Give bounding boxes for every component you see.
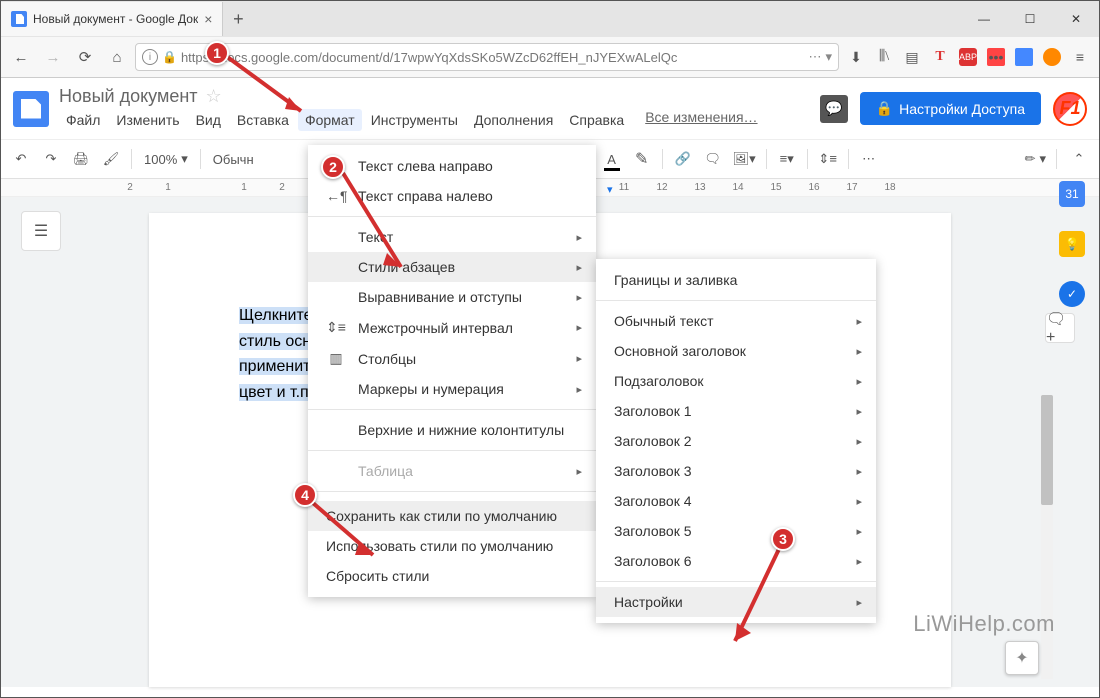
menuitem-heading-4[interactable]: Заголовок 4▸ (596, 486, 876, 516)
zoom-select[interactable]: 100%▾ (140, 151, 192, 167)
share-label: Настройки Доступа (899, 101, 1025, 117)
menuitem-heading-2[interactable]: Заголовок 2▸ (596, 426, 876, 456)
watermark: LiWiHelp.com (913, 611, 1055, 637)
comments-icon[interactable]: 💬 (820, 95, 848, 123)
address-bar: ← → ⟳ ⌂ i 🔒 https://docs.google.com/docu… (1, 37, 1099, 77)
link-button[interactable]: 🔗 (671, 145, 695, 173)
menuitem-line-spacing[interactable]: ⇕≡Межстрочный интервал▸ (308, 312, 596, 343)
browser-menu-icon[interactable]: ≡ (1071, 48, 1089, 66)
keep-icon[interactable]: 💡 (1059, 231, 1085, 257)
redo-button[interactable]: ↷ (39, 145, 63, 173)
home-button[interactable]: ⌂ (103, 43, 131, 71)
menu-file[interactable]: Файл (59, 109, 107, 131)
outline-button[interactable]: ☰ (21, 211, 61, 251)
annotation-4: 4 (293, 483, 317, 507)
menuitem-subtitle[interactable]: Подзаголовок▸ (596, 366, 876, 396)
reload-button[interactable]: ⟳ (71, 43, 99, 71)
tab-bar: Новый документ - Google Док × + — ☐ ✕ (1, 1, 1099, 37)
ruler-marker-icon[interactable]: ▾ (607, 183, 613, 196)
menu-addons[interactable]: Дополнения (467, 109, 560, 131)
lock-share-icon: 🔒 (876, 100, 893, 117)
tab-close-icon[interactable]: × (204, 11, 212, 27)
add-comment-button[interactable]: 🗨 (701, 145, 725, 173)
toolbar-extensions: ⬇ ⫼\ ▤ T ABP ••• ≡ (843, 48, 1093, 66)
site-info-icon[interactable]: i (142, 49, 158, 65)
maximize-button[interactable]: ☐ (1007, 1, 1053, 37)
ext-blue-icon[interactable] (1015, 48, 1033, 66)
annotation-2: 2 (321, 155, 345, 179)
line-spacing-button[interactable]: ⇕≡ (816, 145, 840, 173)
menuitem-align[interactable]: Выравнивание и отступы▸ (308, 282, 596, 312)
menuitem-heading-3[interactable]: Заголовок 3▸ (596, 456, 876, 486)
menubar: Файл Изменить Вид Вставка Формат Инструм… (59, 109, 810, 131)
menuitem-bullets[interactable]: Маркеры и нумерация▸ (308, 374, 596, 404)
side-panel: 31 💡 ✓ (1051, 181, 1093, 307)
more-button[interactable]: ⋯ (857, 145, 881, 173)
menuitem-columns[interactable]: ▥Столбцы▸ (308, 343, 596, 374)
document-title[interactable]: Новый документ (59, 86, 198, 107)
ext-abp-icon[interactable]: ABP (959, 48, 977, 66)
library-icon[interactable]: ⫼\ (875, 48, 893, 66)
menuitem-heading-5[interactable]: Заголовок 5▸ (596, 516, 876, 546)
docs-header: Новый документ ☆ Файл Изменить Вид Встав… (1, 78, 1099, 139)
menuitem-heading-1[interactable]: Заголовок 1▸ (596, 396, 876, 426)
menuitem-normal-text[interactable]: Обычный текст▸ (596, 306, 876, 336)
changes-link[interactable]: Все изменения… (645, 109, 757, 131)
image-button[interactable]: 🖼▾ (731, 145, 758, 173)
tab-title: Новый документ - Google Док (33, 12, 198, 26)
annotation-arrow-4 (309, 499, 389, 569)
reader-icon[interactable]: ⋯ (808, 49, 821, 65)
star-icon[interactable]: ☆ (206, 86, 222, 107)
highlight-button[interactable]: ✎ (630, 145, 654, 173)
print-button[interactable]: 🖨 (69, 145, 93, 173)
style-select[interactable]: Обычн (209, 152, 258, 167)
browser-tab[interactable]: Новый документ - Google Док × (1, 2, 223, 36)
window-controls: — ☐ ✕ (961, 1, 1099, 37)
annotation-1: 1 (205, 41, 229, 65)
ext-t-icon[interactable]: T (931, 48, 949, 66)
menu-edit[interactable]: Изменить (109, 109, 186, 131)
back-button[interactable]: ← (7, 43, 35, 71)
annotation-arrow-3 (727, 545, 787, 655)
menuitem-title[interactable]: Основной заголовок▸ (596, 336, 876, 366)
add-comment-bubble[interactable]: 🗨+ (1045, 313, 1075, 343)
lock-icon: 🔒 (162, 50, 177, 64)
minimize-button[interactable]: — (961, 1, 1007, 37)
annotation-3: 3 (771, 527, 795, 551)
annotation-arrow-1 (221, 51, 321, 127)
editing-mode-button[interactable]: ✏▾ (1025, 151, 1046, 167)
doc-title-area: Новый документ ☆ Файл Изменить Вид Встав… (59, 86, 810, 131)
avatar[interactable]: F1 (1053, 92, 1087, 126)
menu-help[interactable]: Справка (562, 109, 631, 131)
docs-favicon (11, 11, 27, 27)
undo-button[interactable]: ↶ (9, 145, 33, 173)
download-icon[interactable]: ⬇ (847, 48, 865, 66)
calendar-icon[interactable]: 31 (1059, 181, 1085, 207)
scrollbar-thumb[interactable] (1041, 395, 1053, 505)
sidebar-icon[interactable]: ▤ (903, 48, 921, 66)
share-button[interactable]: 🔒 Настройки Доступа (860, 92, 1041, 125)
tasks-icon[interactable]: ✓ (1059, 281, 1085, 307)
align-button[interactable]: ≡▾ (775, 145, 799, 173)
dropdown-icon[interactable]: ▾ (825, 49, 832, 65)
docs-logo-icon[interactable] (13, 91, 49, 127)
text-color-button[interactable]: A (600, 145, 624, 173)
explore-button[interactable]: ✦ (1005, 641, 1039, 675)
menuitem-borders-shading[interactable]: Границы и заливка (596, 265, 876, 295)
header-right: 💬 🔒 Настройки Доступа F1 (820, 92, 1087, 126)
ext-orange-icon[interactable] (1043, 48, 1061, 66)
ext-red-icon[interactable]: ••• (987, 48, 1005, 66)
menuitem-table: Таблица▸ (308, 456, 596, 486)
menuitem-headers-footers[interactable]: Верхние и нижние колонтитулы (308, 415, 596, 445)
chevron-up-icon[interactable]: ⌃ (1067, 145, 1091, 173)
paint-format-button[interactable]: 🖌 (99, 145, 123, 173)
close-window-button[interactable]: ✕ (1053, 1, 1099, 37)
annotation-arrow-2 (339, 169, 419, 279)
menu-tools[interactable]: Инструменты (364, 109, 465, 131)
forward-button[interactable]: → (39, 43, 67, 71)
new-tab-button[interactable]: + (223, 9, 253, 30)
browser-chrome: Новый документ - Google Док × + — ☐ ✕ ← … (1, 1, 1099, 78)
